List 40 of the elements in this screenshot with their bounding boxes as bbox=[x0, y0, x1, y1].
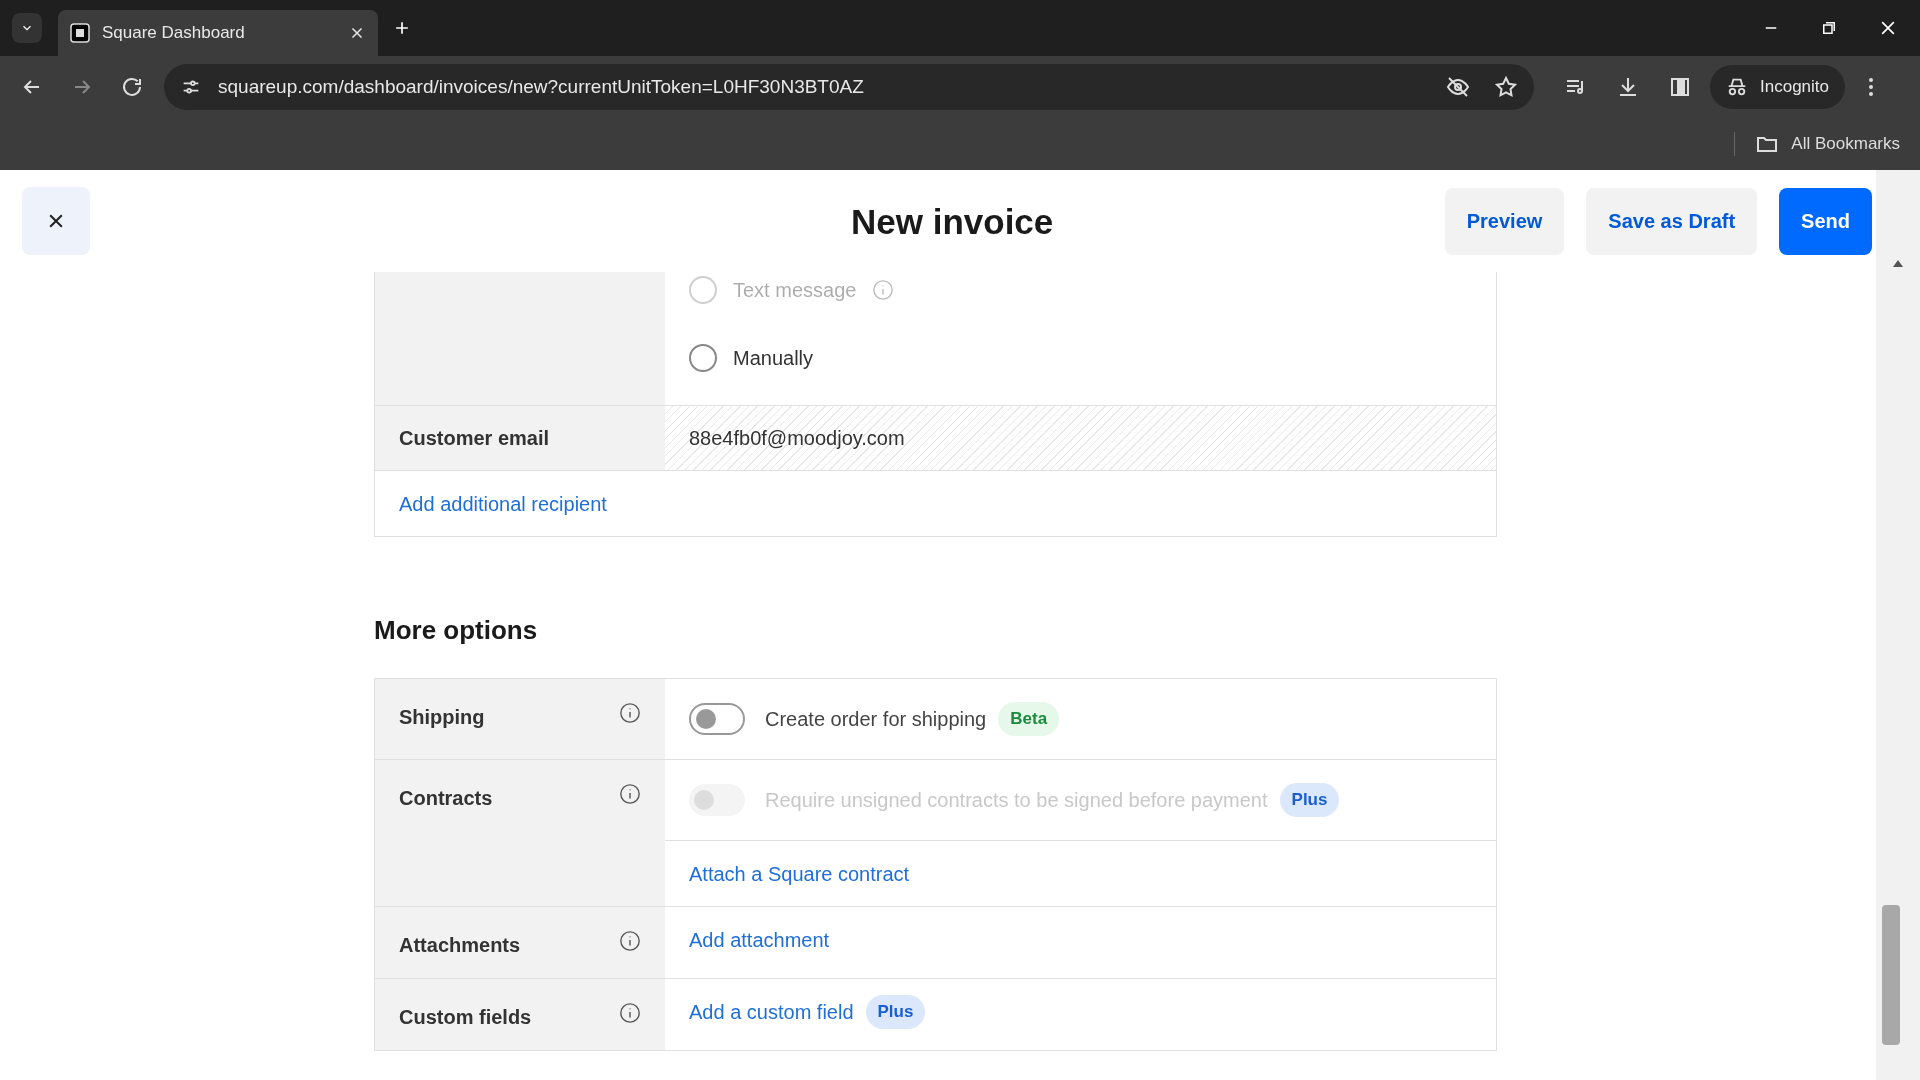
secondary-button[interactable]: Preview bbox=[1444, 187, 1565, 255]
row-label: Contracts bbox=[399, 786, 493, 811]
scroll-up-arrow[interactable] bbox=[1893, 260, 1903, 267]
url-text: squareup.com/dashboard/invoices/new?currentUnitToken=L0HF30N3BT0AZ bbox=[218, 74, 865, 99]
plus-badge: Plus bbox=[1279, 783, 1340, 817]
incognito-icon bbox=[1726, 76, 1748, 98]
action-link[interactable]: Add a custom field bbox=[689, 997, 854, 1027]
option-label: Manually bbox=[733, 346, 814, 371]
address-bar[interactable]: squareup.com/dashboard/invoices/new?currentUnitToken=L0HF30N3BT0AZ bbox=[164, 64, 1534, 110]
page-title: New invoice bbox=[851, 201, 1054, 243]
side-panel-icon[interactable] bbox=[1668, 75, 1692, 99]
info-icon[interactable] bbox=[619, 783, 641, 805]
plus-badge: Plus bbox=[865, 995, 926, 1029]
browser-tab[interactable]: Square Dashboard bbox=[58, 10, 378, 56]
info-icon[interactable] bbox=[619, 1002, 641, 1024]
radio-button[interactable] bbox=[689, 344, 717, 372]
add-recipient-link[interactable]: Add additional recipient bbox=[399, 488, 607, 519]
toggle-switch[interactable] bbox=[689, 703, 745, 735]
row-label: Custom fields bbox=[399, 1005, 532, 1030]
row-label: Shipping bbox=[399, 705, 485, 730]
incognito-button[interactable]: Incognito bbox=[1710, 65, 1845, 109]
reload-icon[interactable] bbox=[120, 75, 144, 99]
scrollbar-thumb[interactable] bbox=[1882, 905, 1900, 1045]
eye-off-icon[interactable] bbox=[1446, 75, 1470, 99]
beta-badge: Beta bbox=[998, 702, 1060, 736]
section-heading: More options bbox=[374, 614, 539, 647]
action-link[interactable]: Attach a Square contract bbox=[689, 858, 910, 889]
square-logo-icon bbox=[70, 23, 90, 43]
send-button[interactable]: Send bbox=[1779, 187, 1872, 255]
restore-icon[interactable] bbox=[1820, 19, 1838, 37]
info-icon[interactable] bbox=[619, 702, 641, 724]
row-label: Attachments bbox=[399, 933, 521, 958]
info-icon[interactable] bbox=[619, 930, 641, 952]
bookmarks-button[interactable]: All Bookmarks bbox=[1755, 131, 1900, 157]
toggle-label: Create order for shipping bbox=[765, 707, 987, 732]
action-link[interactable]: Add attachment bbox=[689, 925, 830, 955]
option-label: Text message bbox=[733, 278, 857, 303]
secondary-button[interactable]: Save as Draft bbox=[1586, 187, 1758, 255]
star-icon[interactable] bbox=[1494, 75, 1518, 99]
delivery-option[interactable]: Manually bbox=[689, 344, 814, 372]
